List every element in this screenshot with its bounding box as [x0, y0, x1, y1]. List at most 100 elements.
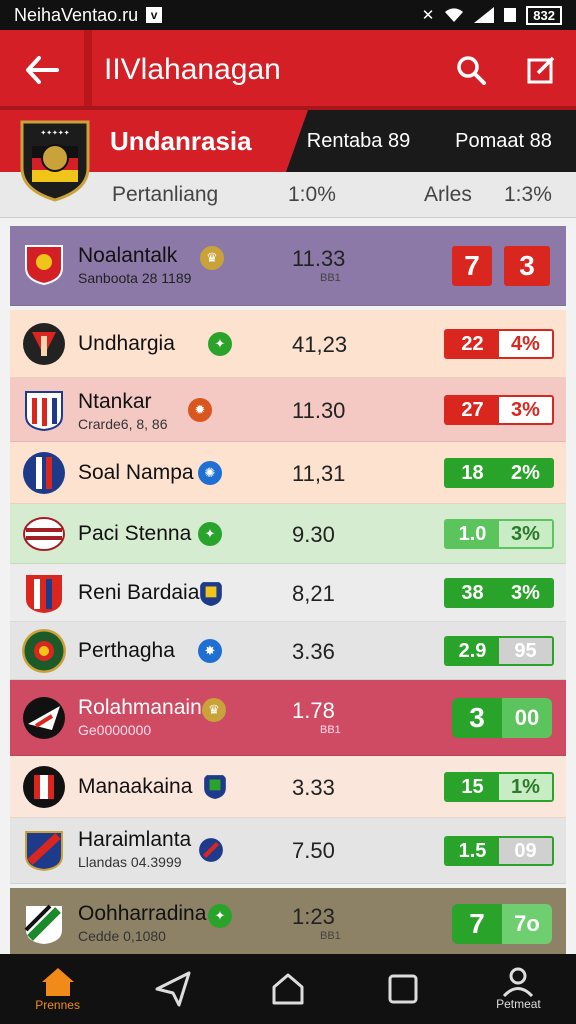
status-icons: ✕ 832 — [422, 5, 562, 25]
team-name: Oohharradina — [78, 902, 207, 925]
shield-icon — [200, 582, 222, 606]
team-logo-icon — [23, 766, 65, 808]
header-value: 1:0% — [288, 182, 336, 206]
team-info: Undhargia — [78, 332, 175, 356]
list-item[interactable]: Haraimlanta Llandas 04.3999 7.50 1.5 09 — [10, 818, 566, 884]
svg-text:✦✦✦✦✦: ✦✦✦✦✦ — [40, 129, 69, 137]
send-icon — [155, 971, 191, 1007]
nav-label: Petmeat — [496, 997, 541, 1011]
team-logo-icon — [23, 452, 65, 494]
score-a: 1.0 — [446, 521, 499, 547]
score-b: 1% — [499, 774, 552, 800]
team-name: Soal Nampa — [78, 461, 194, 484]
edit-icon — [527, 56, 555, 84]
back-button[interactable] — [0, 30, 84, 110]
score-b: 3% — [499, 521, 552, 547]
team-value: 1:23 BB1 — [292, 904, 372, 942]
nav-item-home[interactable]: Prennes — [0, 954, 115, 1024]
team-list: Noalantalk Sanboota 28 1189 ♛ 11.33 BB1 … — [10, 226, 566, 960]
team-value: 41,23 — [292, 332, 348, 357]
team-info: Haraimlanta Llandas 04.3999 — [78, 828, 191, 870]
score-b: 2% — [499, 460, 552, 486]
score-a: 7 — [452, 904, 502, 944]
team-name: Perthagha — [78, 639, 175, 662]
team-logo-icon — [25, 391, 63, 432]
list-item[interactable]: Manaakaina 3.33 15 1% — [10, 756, 566, 818]
team-crest-icon: ✦✦✦✦✦ — [20, 120, 90, 202]
team-value: 11.33 BB1 — [292, 246, 372, 284]
team-subtitle: Cedde 0,1080 — [78, 928, 166, 944]
team-info: Ntankar Crarde6, 8, 86 — [78, 390, 168, 432]
bottom-nav: Prennes Petmeat — [0, 954, 576, 1024]
team-value: 7.50 — [292, 838, 335, 863]
nav-item-profile[interactable]: Petmeat — [461, 954, 576, 1024]
badge-icon: ✦ — [208, 904, 232, 928]
score-pill: 2.9 95 — [444, 636, 554, 666]
team-value: 8,21 — [292, 581, 335, 606]
page-title: IIVlahanagan — [104, 53, 281, 86]
team-logo-icon — [26, 575, 62, 613]
list-item[interactable]: Reni Bardaia 8,21 38 3% — [10, 564, 566, 622]
team-subtitle: Crarde6, 8, 86 — [78, 416, 168, 432]
team-info: Oohharradina Cedde 0,1080 — [78, 902, 206, 944]
score-a: 22 — [446, 331, 499, 357]
team-value: 9.30 — [292, 522, 335, 547]
badge-icon: ✺ — [198, 461, 222, 485]
score-a: 18 — [446, 460, 499, 486]
list-item[interactable]: Oohharradina Cedde 0,1080 ✦ 1:23 BB1 7 7… — [10, 888, 566, 960]
list-item[interactable]: Perthagha ✸ 3.36 2.9 95 — [10, 622, 566, 680]
team-value: 11,31 — [292, 461, 346, 486]
header-col-label: Arles — [424, 182, 472, 206]
score-pill: 1.0 3% — [444, 519, 554, 549]
team-name: Undanrasia — [110, 125, 252, 156]
crest-icon — [199, 838, 223, 862]
value-unit: BB1 — [320, 930, 341, 942]
score-b: 7o — [502, 904, 552, 944]
nav-item-home-outline[interactable] — [230, 954, 345, 1024]
search-button[interactable] — [436, 30, 506, 110]
header-col-value: 1:3% — [504, 182, 552, 206]
score-a: 1.5 — [446, 838, 499, 864]
list-item[interactable]: Undhargia ✦ 41,23 22 4% — [10, 310, 566, 378]
team-logo-icon — [24, 904, 62, 944]
badge-icon: ✦ — [208, 332, 232, 356]
list-item[interactable]: Rolahmanain Ge0000000 ♛ 1.78 BB1 3 00 — [10, 680, 566, 756]
carrier-text: NeihaVentao.ru — [14, 4, 139, 25]
team-info: Noalantalk Sanboota 28 1189 — [78, 244, 191, 286]
header-label: Pertanliang — [112, 182, 219, 206]
team-name: Noalantalk — [78, 244, 178, 267]
team-name: Ntankar — [78, 390, 152, 413]
score-b: 4% — [499, 331, 552, 357]
edit-button[interactable] — [506, 30, 576, 110]
score-a: 15 — [446, 774, 499, 800]
list-item[interactable]: Ntankar Crarde6, 8, 86 ✹ 11.30 27 3% — [10, 378, 566, 442]
list-item[interactable]: Soal Nampa ✺ 11,31 18 2% — [10, 442, 566, 504]
nav-item-square[interactable] — [346, 954, 461, 1024]
team-banner: ✦✦✦✦✦ Undanrasia Rentaba 89 Pomaat 88 — [0, 110, 576, 202]
score-pill: 1.5 09 — [444, 836, 554, 866]
badge-icon: ✸ — [198, 639, 222, 663]
team-subtitle: Llandas 04.3999 — [78, 854, 182, 870]
badge-icon: ✦ — [198, 522, 222, 546]
team-stat-left: Rentaba 89 — [306, 129, 411, 152]
score-pill: 18 2% — [444, 458, 554, 488]
nav-item-send[interactable] — [115, 954, 230, 1024]
score-pill: 22 4% — [444, 329, 554, 359]
team-logo-icon — [23, 697, 65, 739]
team-info: Manaakaina — [78, 775, 192, 799]
list-item[interactable]: Noalantalk Sanboota 28 1189 ♛ 11.33 BB1 … — [10, 226, 566, 306]
team-info: Reni Bardaia — [78, 581, 199, 605]
list-item[interactable]: Paci Stenna ✦ 9.30 1.0 3% — [10, 504, 566, 564]
badge-icon: ✹ — [188, 398, 212, 422]
score-a: 7 — [452, 246, 492, 286]
score-a: 38 — [446, 580, 499, 606]
trophy-icon: ♛ — [202, 698, 226, 722]
score-b: 3% — [499, 580, 552, 606]
app-bar-divider — [84, 30, 92, 110]
team-info: Paci Stenna — [78, 522, 191, 546]
person-icon — [503, 967, 534, 997]
team-subtitle: Ge0000000 — [78, 722, 152, 738]
team-name: Undhargia — [78, 332, 175, 355]
team-name: Rolahmanain — [78, 696, 202, 719]
score-b: 3 — [504, 246, 550, 286]
